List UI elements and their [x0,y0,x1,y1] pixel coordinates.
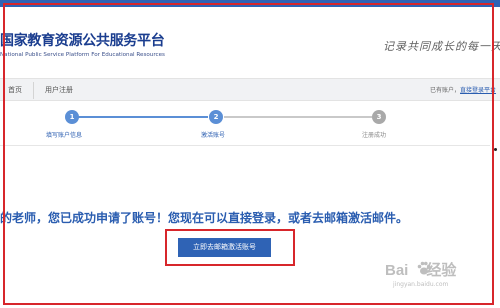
baidu-paw-icon [417,261,431,275]
activate-account-button[interactable]: 立即去邮箱激活账号 [178,238,271,257]
step-3-circle: 3 [372,110,386,124]
site-logo-title[interactable]: 国家教育资源公共服务平台 [0,30,165,50]
account-prompt-text: 已有账户， [430,87,461,94]
top-bar [0,0,500,7]
step-1-circle: 1 [65,110,79,124]
watermark-url: jingyan.baidu.com [393,281,449,288]
step-2-circle: 2 [209,110,223,124]
login-link[interactable]: 直接登录平台 [460,87,496,94]
breadcrumb-home-link[interactable]: 首页 [8,85,22,95]
step-3-label: 注册成功 [362,132,387,139]
success-message: 的老师，您已成功申请了账号！您现在可以直接登录，或者去邮箱激活邮件。 [0,211,409,225]
watermark-text-left: Bai [385,262,409,279]
breadcrumb-current: 用户注册 [45,86,73,94]
breadcrumb: 首页 用户注册 已有账户，直接登录平台 [0,78,500,101]
step-1-label: 填写账户信息 [46,132,83,139]
account-prompt: 已有账户，直接登录平台 [430,85,496,94]
content-divider [0,145,490,146]
step-connector-2 [224,116,372,118]
site-logo-subtitle: National Public Service Platform For Edu… [0,52,165,58]
baidu-watermark: Bai 经验 jingyan.baidu.com [385,259,495,299]
breadcrumb-separator [33,82,34,99]
registration-steps: 1 2 3 填写账户信息 激活账号 注册成功 [0,105,500,145]
cursor-dot [494,148,497,151]
step-connector-1 [77,116,208,118]
site-header: 国家教育资源公共服务平台 National Public Service Pla… [0,7,500,69]
site-slogan: 记录共同成长的每一天 [383,40,500,53]
step-2-label: 激活账号 [201,132,226,139]
